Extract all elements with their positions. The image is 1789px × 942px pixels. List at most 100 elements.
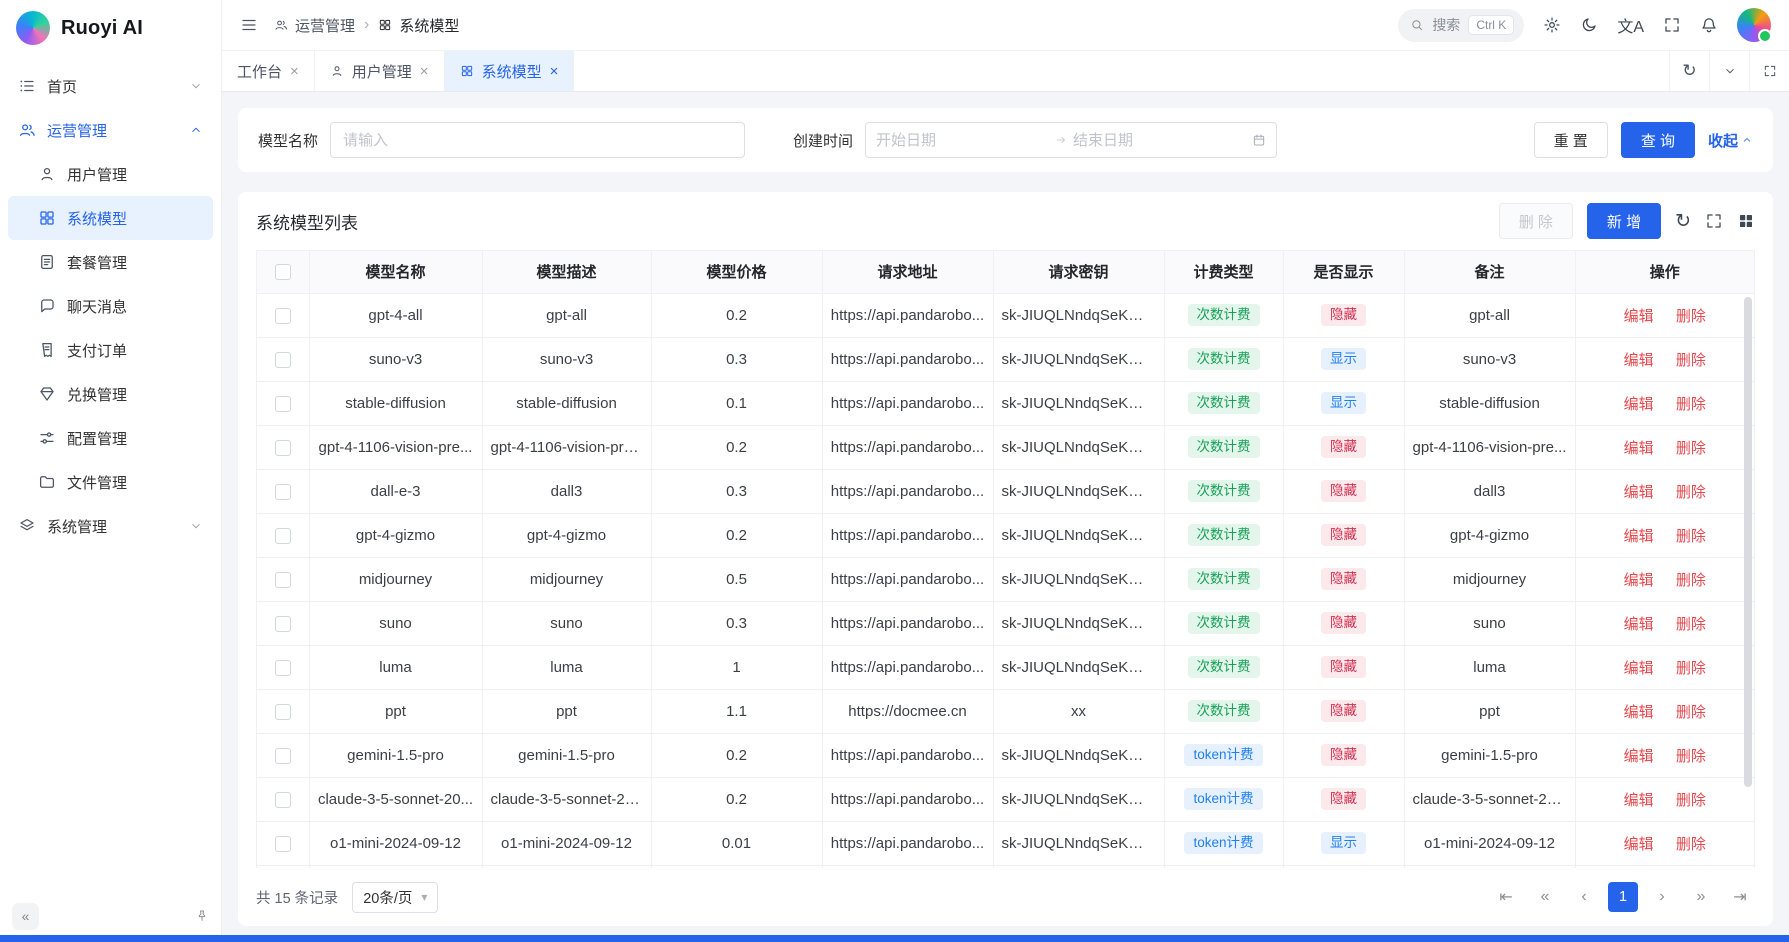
- bell-icon[interactable]: [1700, 16, 1718, 34]
- edit-link[interactable]: 编辑: [1624, 528, 1654, 545]
- delete-link[interactable]: 删除: [1676, 660, 1706, 677]
- sidebar-subitem[interactable]: 系统模型: [8, 196, 213, 240]
- query-button[interactable]: 查 询: [1621, 122, 1695, 158]
- cell-request-url: https://api.pandarobo...: [822, 513, 993, 557]
- edit-link[interactable]: 编辑: [1624, 704, 1654, 721]
- delete-link[interactable]: 删除: [1676, 748, 1706, 765]
- close-icon[interactable]: ×: [550, 64, 559, 79]
- row-checkbox[interactable]: [275, 484, 291, 500]
- row-checkbox[interactable]: [275, 616, 291, 632]
- search-input[interactable]: 搜索 Ctrl K: [1398, 9, 1524, 42]
- page-size-select[interactable]: 20条/页 ▾: [352, 882, 438, 913]
- billing-type-badge: 次数计费: [1188, 656, 1260, 679]
- row-checkbox[interactable]: [275, 528, 291, 544]
- fullscreen-icon[interactable]: [1663, 16, 1681, 34]
- cell-model-desc: gpt-all: [482, 293, 651, 337]
- delete-link[interactable]: 删除: [1676, 484, 1706, 501]
- table-row: luma luma 1 https://api.pandarobo... sk-…: [257, 645, 1754, 689]
- end-date-input[interactable]: [1073, 132, 1246, 149]
- collapse-filter-link[interactable]: 收起: [1708, 130, 1753, 151]
- moon-icon[interactable]: [1580, 16, 1598, 34]
- row-checkbox[interactable]: [275, 792, 291, 808]
- close-icon[interactable]: ×: [290, 64, 299, 79]
- edit-link[interactable]: 编辑: [1624, 440, 1654, 457]
- main-area: 运营管理 › 系统模型 搜索 Ctrl K: [222, 0, 1789, 942]
- row-checkbox[interactable]: [275, 836, 291, 852]
- delete-button[interactable]: 删 除: [1499, 203, 1573, 239]
- table-fullscreen-icon[interactable]: [1705, 212, 1723, 230]
- edit-link[interactable]: 编辑: [1624, 660, 1654, 677]
- reset-button[interactable]: 重 置: [1534, 122, 1608, 158]
- row-checkbox[interactable]: [275, 660, 291, 676]
- last-page-button[interactable]: ⇥: [1725, 882, 1755, 912]
- edit-link[interactable]: 编辑: [1624, 572, 1654, 589]
- breadcrumb-item-system-model[interactable]: 系统模型: [378, 15, 459, 36]
- sidebar-subitem[interactable]: 兑换管理: [8, 372, 213, 416]
- table-scrollbar[interactable]: [1744, 297, 1752, 787]
- delete-link[interactable]: 删除: [1676, 792, 1706, 809]
- hamburger-icon[interactable]: [240, 16, 258, 34]
- row-checkbox[interactable]: [275, 396, 291, 412]
- prev-5-pages-button[interactable]: «: [1530, 882, 1560, 912]
- sidebar-subitem[interactable]: 文件管理: [8, 460, 213, 504]
- prev-page-button[interactable]: ‹: [1569, 882, 1599, 912]
- row-checkbox[interactable]: [275, 352, 291, 368]
- row-checkbox[interactable]: [275, 704, 291, 720]
- sidebar-subitem[interactable]: 用户管理: [8, 152, 213, 196]
- date-range-input[interactable]: [865, 122, 1277, 158]
- sidebar-collapse-button[interactable]: «: [12, 903, 39, 930]
- sidebar-subitem[interactable]: 配置管理: [8, 416, 213, 460]
- start-date-input[interactable]: [876, 132, 1049, 149]
- sidebar-item-operations[interactable]: 运营管理: [8, 108, 213, 152]
- edit-link[interactable]: 编辑: [1624, 836, 1654, 853]
- app-logo[interactable]: Ruoyi AI: [0, 0, 221, 56]
- pin-icon[interactable]: [195, 909, 209, 923]
- breadcrumb-item-operations[interactable]: 运营管理: [274, 15, 355, 36]
- row-checkbox[interactable]: [275, 572, 291, 588]
- sidebar-subitem[interactable]: 支付订单: [8, 328, 213, 372]
- edit-link[interactable]: 编辑: [1624, 308, 1654, 325]
- edit-link[interactable]: 编辑: [1624, 616, 1654, 633]
- edit-link[interactable]: 编辑: [1624, 484, 1654, 501]
- translate-icon[interactable]: 文A: [1617, 13, 1644, 37]
- sidebar-item-system[interactable]: 系统管理: [8, 504, 213, 548]
- cell-model-name: ppt: [309, 689, 482, 733]
- sidebar-subitem[interactable]: 聊天消息: [8, 284, 213, 328]
- edit-link[interactable]: 编辑: [1624, 792, 1654, 809]
- delete-link[interactable]: 删除: [1676, 352, 1706, 369]
- tab-user-management[interactable]: 用户管理 ×: [315, 51, 445, 91]
- model-name-input[interactable]: [330, 122, 745, 158]
- next-5-pages-button[interactable]: »: [1686, 882, 1716, 912]
- content-fullscreen-icon[interactable]: [1749, 51, 1789, 91]
- row-checkbox[interactable]: [275, 440, 291, 456]
- edit-link[interactable]: 编辑: [1624, 352, 1654, 369]
- delete-link[interactable]: 删除: [1676, 440, 1706, 457]
- select-all-checkbox[interactable]: [275, 264, 291, 280]
- add-button[interactable]: 新 增: [1587, 203, 1661, 239]
- edit-link[interactable]: 编辑: [1624, 396, 1654, 413]
- avatar[interactable]: [1737, 8, 1771, 42]
- row-checkbox[interactable]: [275, 748, 291, 764]
- tab-system-model[interactable]: 系统模型 ×: [445, 51, 575, 91]
- delete-link[interactable]: 删除: [1676, 396, 1706, 413]
- column-settings-icon[interactable]: [1737, 212, 1755, 230]
- delete-link[interactable]: 删除: [1676, 616, 1706, 633]
- refresh-icon[interactable]: ↻: [1669, 51, 1709, 91]
- edit-link[interactable]: 编辑: [1624, 748, 1654, 765]
- current-page[interactable]: 1: [1608, 882, 1638, 912]
- chevron-down-icon[interactable]: [1709, 51, 1749, 91]
- sidebar-item-home[interactable]: 首页: [8, 64, 213, 108]
- next-page-button[interactable]: ›: [1647, 882, 1677, 912]
- first-page-button[interactable]: ⇤: [1491, 882, 1521, 912]
- sidebar-subitem[interactable]: 套餐管理: [8, 240, 213, 284]
- row-checkbox[interactable]: [275, 308, 291, 324]
- delete-link[interactable]: 删除: [1676, 572, 1706, 589]
- delete-link[interactable]: 删除: [1676, 308, 1706, 325]
- delete-link[interactable]: 删除: [1676, 836, 1706, 853]
- gear-icon[interactable]: [1543, 16, 1561, 34]
- delete-link[interactable]: 删除: [1676, 704, 1706, 721]
- refresh-icon[interactable]: ↻: [1675, 212, 1691, 231]
- tab-workbench[interactable]: 工作台 ×: [222, 51, 315, 91]
- delete-link[interactable]: 删除: [1676, 528, 1706, 545]
- close-icon[interactable]: ×: [420, 64, 429, 79]
